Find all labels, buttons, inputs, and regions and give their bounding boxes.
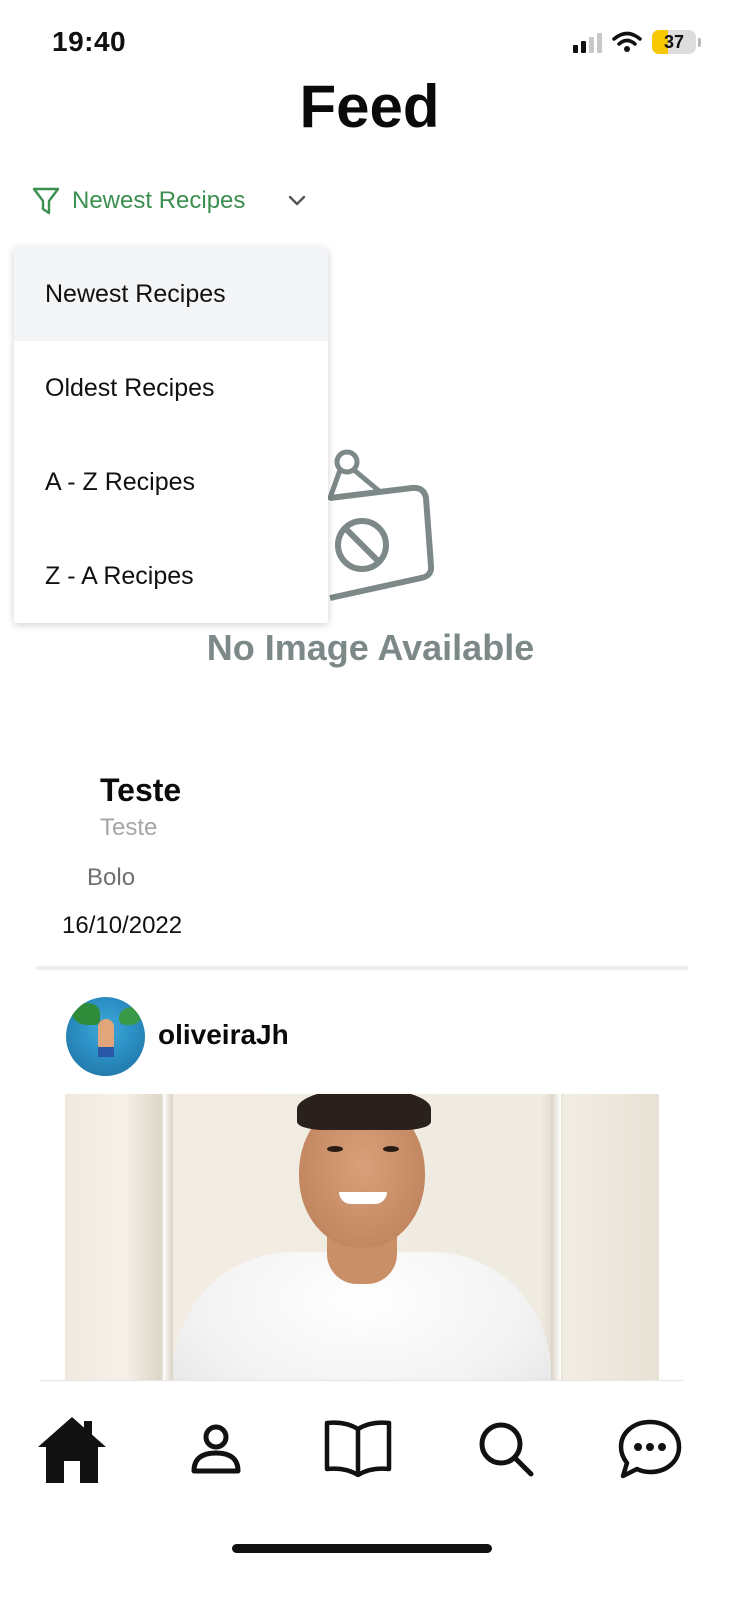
recipe-subtitle: Teste [100,814,158,841]
filter-selected-label: Newest Recipes [72,187,246,214]
nav-recipes-button[interactable] [318,1409,398,1489]
home-indicator[interactable] [232,1544,492,1553]
feed-screen: 19:40 37 Feed Newest Recipes Newest Reci… [0,0,739,1600]
sort-option-a-z[interactable]: A - Z Recipes [14,435,328,529]
book-icon [324,1420,392,1478]
wifi-icon [612,31,642,52]
chevron-down-icon [289,195,306,206]
profile-icon [191,1424,241,1474]
battery-icon: 37 [652,30,696,54]
nav-chat-button[interactable] [610,1409,690,1489]
sort-filter-dropdown[interactable]: Newest Recipes [32,180,307,222]
search-icon [479,1422,534,1477]
no-image-label: No Image Available [206,627,535,668]
status-time: 19:40 [52,26,127,57]
recipe-date: 16/10/2022 [62,912,183,939]
post-photo[interactable] [65,1094,659,1380]
battery-level: 37 [663,31,685,52]
nav-home-button[interactable] [32,1409,112,1489]
avatar[interactable] [66,997,145,1076]
battery-cap [698,37,701,47]
sort-options-menu: Newest Recipes Oldest Recipes A - Z Reci… [14,247,328,623]
sort-option-oldest[interactable]: Oldest Recipes [14,341,328,435]
home-icon [38,1417,106,1483]
signal-icon [573,31,602,53]
bottom-navigation [0,1381,739,1600]
filter-icon [32,187,60,215]
nav-search-button[interactable] [466,1409,546,1489]
nav-profile-button[interactable] [176,1409,256,1489]
post-username[interactable]: oliveiraJh [158,1019,289,1051]
status-indicators: 37 [573,30,701,54]
sort-option-z-a[interactable]: Z - A Recipes [14,529,328,623]
page-title: Feed [299,73,440,140]
recipe-title[interactable]: Teste [100,772,181,809]
sort-option-newest[interactable]: Newest Recipes [14,247,328,341]
chat-icon [618,1419,682,1479]
recipe-category: Bolo [87,864,136,891]
post-separator [36,966,688,970]
